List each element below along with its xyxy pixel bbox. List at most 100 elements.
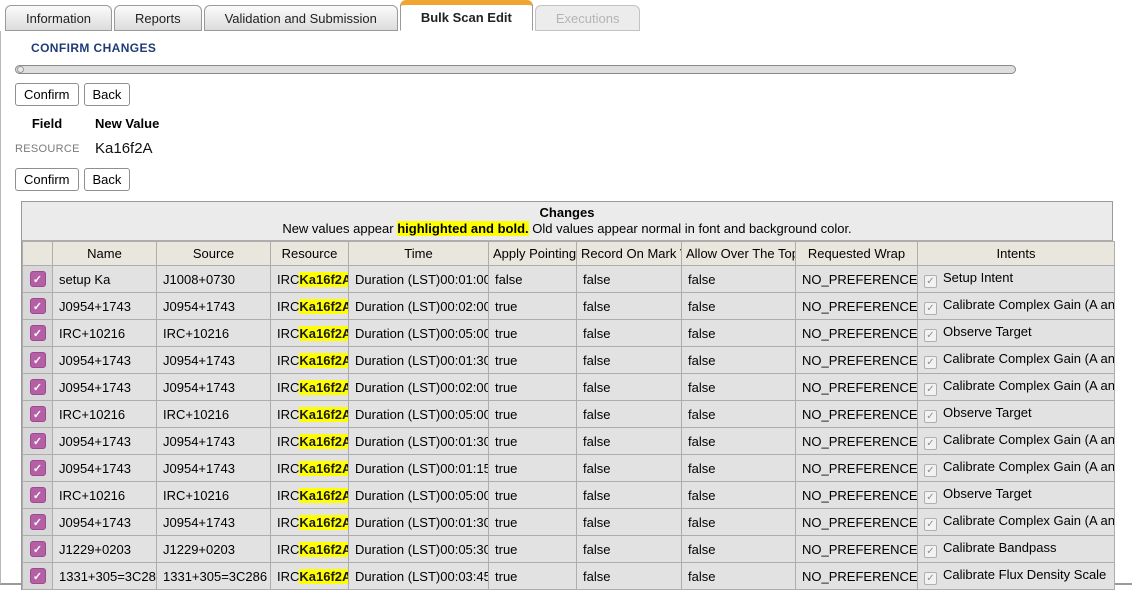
row-checkbox[interactable]: ✓ <box>30 541 46 557</box>
row-checkbox[interactable]: ✓ <box>30 460 46 476</box>
cell-allow-over-the-top: false <box>682 536 796 563</box>
row-checkbox[interactable]: ✓ <box>30 379 46 395</box>
resource-new-value-highlight: Ka16f2A <box>299 542 348 557</box>
resource-old-prefix: IRC <box>277 569 299 584</box>
row-checkbox[interactable]: ✓ <box>30 406 46 422</box>
cell-allow-over-the-top: false <box>682 347 796 374</box>
resource-new-value-highlight: Ka16f2A <box>299 569 348 584</box>
cell-source: J0954+1743 <box>157 455 271 482</box>
field-name-label: RESOURCE <box>15 143 79 155</box>
row-checkbox[interactable]: ✓ <box>30 271 46 287</box>
tab-validation-and-submission[interactable]: Validation and Submission <box>204 5 398 31</box>
cell-time: Duration (LST)00:01:30 <box>349 347 489 374</box>
cell-resource: IRCKa16f2A <box>271 320 349 347</box>
cell-time: Duration (LST)00:01:00 <box>349 266 489 293</box>
row-checkbox[interactable]: ✓ <box>30 568 46 584</box>
cell-requested-wrap: NO_PREFERENCE <box>796 428 918 455</box>
cell-resource: IRCKa16f2A <box>271 509 349 536</box>
tab-executions: Executions <box>535 5 641 31</box>
cell-intents: ✓Calibrate Flux Density Scale <box>918 563 1115 590</box>
column-header-time: Time <box>349 242 489 266</box>
cell-source: 1331+305=3C286 <box>157 563 271 590</box>
resource-new-value-highlight: Ka16f2A <box>299 407 348 422</box>
row-checkbox[interactable]: ✓ <box>30 514 46 530</box>
cell-apply-pointing: true <box>489 428 577 455</box>
intent-label: Observe Target <box>943 486 1032 501</box>
cell-allow-over-the-top: false <box>682 482 796 509</box>
table-row: ✓ J0954+1743 J0954+1743 IRCKa16f2A Durat… <box>23 509 1115 536</box>
cell-resource: IRCKa16f2A <box>271 347 349 374</box>
cell-apply-pointing: true <box>489 536 577 563</box>
cell-record-on-mark-v: false <box>577 536 682 563</box>
table-legend: New values appear highlighted and bold. … <box>22 221 1112 236</box>
cell-time: Duration (LST)00:01:30 <box>349 509 489 536</box>
cell-intents: ✓Observe Target <box>918 401 1115 428</box>
cell-requested-wrap: NO_PREFERENCE <box>796 536 918 563</box>
page-title: CONFIRM CHANGES <box>31 41 1132 55</box>
cell-resource: IRCKa16f2A <box>271 455 349 482</box>
intent-checkbox: ✓ <box>924 329 937 342</box>
back-button[interactable]: Back <box>84 168 131 191</box>
cell-apply-pointing: false <box>489 266 577 293</box>
table-row: ✓ J0954+1743 J0954+1743 IRCKa16f2A Durat… <box>23 428 1115 455</box>
resource-new-value-highlight: Ka16f2A <box>299 326 348 341</box>
table-row: ✓ J0954+1743 J0954+1743 IRCKa16f2A Durat… <box>23 374 1115 401</box>
intent-checkbox: ✓ <box>924 302 937 315</box>
resource-new-value-highlight: Ka16f2A <box>299 380 348 395</box>
cell-resource: IRCKa16f2A <box>271 536 349 563</box>
cell-record-on-mark-v: false <box>577 401 682 428</box>
resource-new-value-highlight: Ka16f2A <box>299 434 348 449</box>
cell-name: 1331+305=3C286 <box>53 563 157 590</box>
cell-apply-pointing: true <box>489 401 577 428</box>
row-checkbox[interactable]: ✓ <box>30 325 46 341</box>
cell-source: J0954+1743 <box>157 428 271 455</box>
tab-information[interactable]: Information <box>5 5 112 31</box>
resource-new-value-highlight: Ka16f2A <box>299 353 348 368</box>
cell-resource: IRCKa16f2A <box>271 428 349 455</box>
cell-time: Duration (LST)00:02:00 <box>349 293 489 320</box>
tab-reports[interactable]: Reports <box>114 5 202 31</box>
confirm-button[interactable]: Confirm <box>15 83 79 106</box>
cell-requested-wrap: NO_PREFERENCE <box>796 401 918 428</box>
tab-bar: InformationReportsValidation and Submiss… <box>0 0 1132 31</box>
table-row: ✓ J0954+1743 J0954+1743 IRCKa16f2A Durat… <box>23 347 1115 374</box>
intent-label: Calibrate Complex Gain (A and P) <box>943 513 1115 528</box>
cell-allow-over-the-top: false <box>682 320 796 347</box>
cell-time: Duration (LST)00:01:30 <box>349 428 489 455</box>
resource-new-value-highlight: Ka16f2A <box>299 488 348 503</box>
row-checkbox[interactable]: ✓ <box>30 352 46 368</box>
column-header-apply-pointing: Apply Pointing <box>489 242 577 266</box>
cell-name: setup Ka <box>53 266 157 293</box>
cell-record-on-mark-v: false <box>577 374 682 401</box>
cell-intents: ✓ Observe Target <box>918 482 1115 509</box>
cell-record-on-mark-v: false <box>577 428 682 455</box>
back-button[interactable]: Back <box>84 83 131 106</box>
intent-label: Calibrate Complex Gain (A and P) <box>943 297 1115 312</box>
progress-bar <box>15 65 1016 74</box>
cell-allow-over-the-top: false <box>682 563 796 590</box>
cell-name: J0954+1743 <box>53 455 157 482</box>
cell-apply-pointing: true <box>489 374 577 401</box>
change-summary: Field New Value RESOURCE Ka16f2A <box>15 116 1132 157</box>
column-header-record-on-mark-v: Record On Mark V <box>577 242 682 266</box>
cell-record-on-mark-v: false <box>577 482 682 509</box>
cell-source: J0954+1743 <box>157 374 271 401</box>
row-checkbox[interactable]: ✓ <box>30 298 46 314</box>
cell-requested-wrap: NO_PREFERENCE <box>796 293 918 320</box>
cell-record-on-mark-v: false <box>577 455 682 482</box>
cell-name: J0954+1743 <box>53 428 157 455</box>
tab-bulk-scan-edit[interactable]: Bulk Scan Edit <box>400 0 533 31</box>
row-checkbox[interactable]: ✓ <box>30 487 46 503</box>
cell-record-on-mark-v: false <box>577 347 682 374</box>
confirm-button[interactable]: Confirm <box>15 168 79 191</box>
intent-checkbox: ✓ <box>924 491 937 504</box>
cell-resource: IRCKa16f2A <box>271 266 349 293</box>
cell-source: J0954+1743 <box>157 347 271 374</box>
cell-time: Duration (LST)00:01:15 <box>349 455 489 482</box>
cell-source: J0954+1743 <box>157 293 271 320</box>
cell-resource: IRCKa16f2A <box>271 374 349 401</box>
cell-allow-over-the-top: false <box>682 401 796 428</box>
row-checkbox[interactable]: ✓ <box>30 433 46 449</box>
cell-apply-pointing: true <box>489 455 577 482</box>
field-new-value: Ka16f2A <box>95 140 153 157</box>
